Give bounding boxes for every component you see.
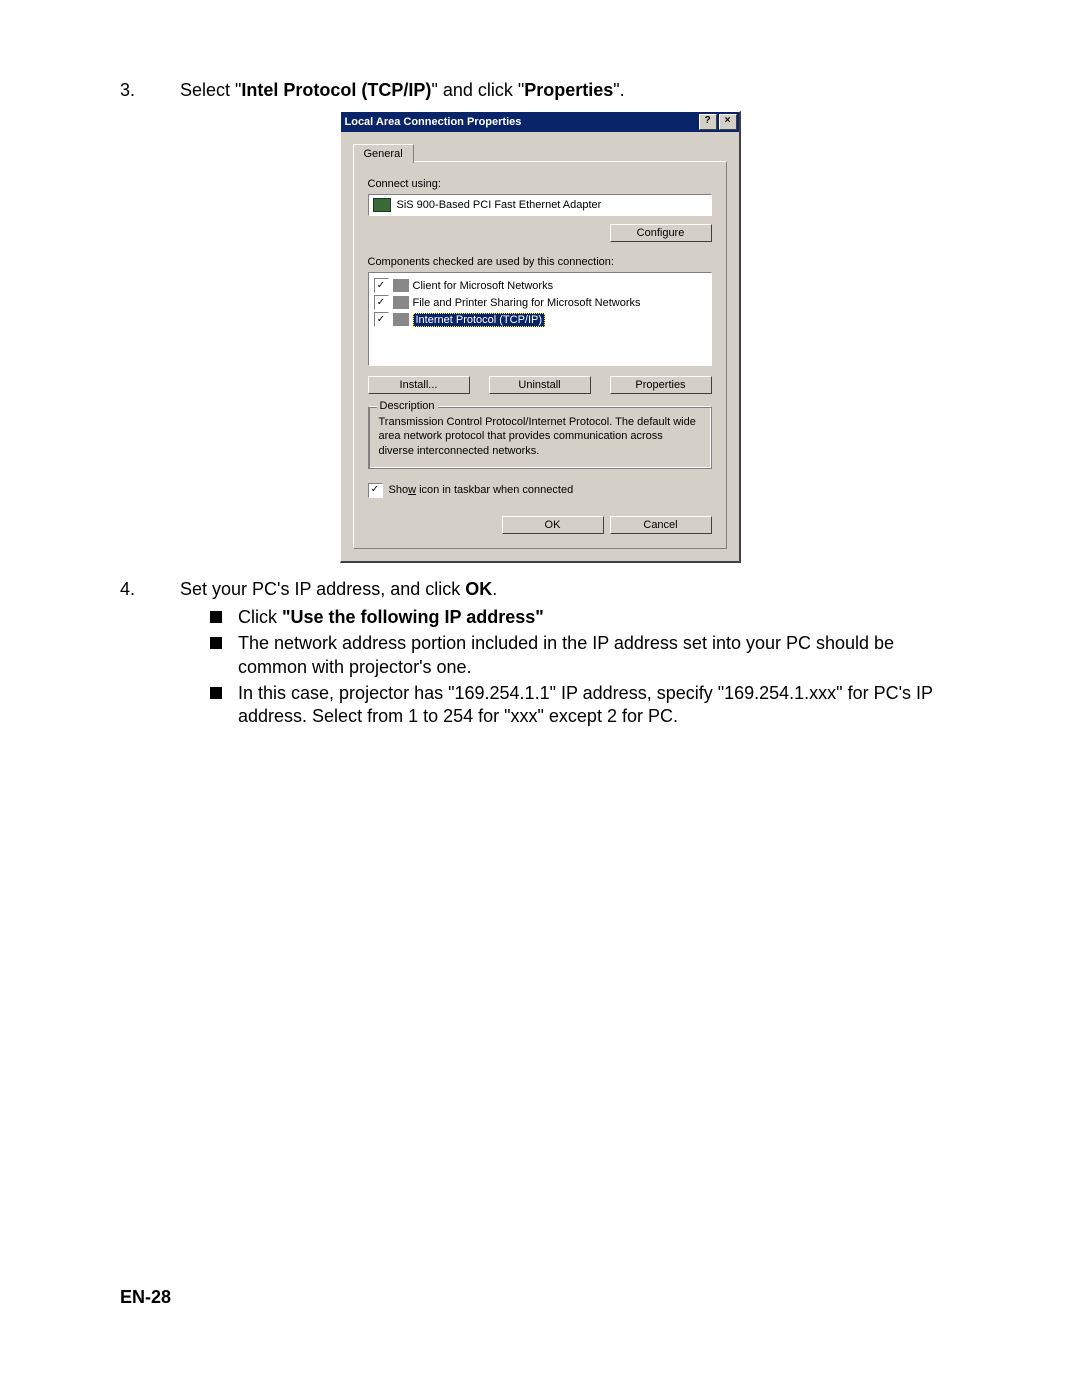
show-icon-checkbox[interactable]: ✓ [368, 483, 383, 498]
components-label: Components checked are used by this conn… [368, 256, 712, 268]
install-button[interactable]: Install... [368, 376, 470, 394]
b3-text: In this case, projector has "169.254.1.1… [238, 682, 960, 729]
step-4: 4. Set your PC's IP address, and click O… [120, 579, 960, 600]
connect-using-label: Connect using: [368, 178, 712, 190]
properties-button[interactable]: Properties [610, 376, 712, 394]
description-group: Description Transmission Control Protoco… [368, 406, 712, 469]
show-icon-row[interactable]: ✓ Show icon in taskbar when connected [368, 483, 712, 498]
fileprint-label: File and Printer Sharing for Microsoft N… [413, 297, 641, 309]
adapter-icon [373, 198, 391, 212]
page-number: EN-28 [120, 1287, 171, 1308]
help-button[interactable]: ? [699, 114, 717, 130]
b1-prefix: Click [238, 607, 282, 627]
bullet-square-icon [210, 687, 222, 699]
step3-number: 3. [120, 80, 180, 101]
tab-general[interactable]: General [353, 144, 414, 163]
adapter-field: SiS 900-Based PCI Fast Ethernet Adapter [368, 194, 712, 216]
step4-prefix: Set your PC's IP address, and click [180, 579, 465, 599]
list-item-client[interactable]: ✓ Client for Microsoft Networks [373, 277, 707, 294]
ok-button[interactable]: OK [502, 516, 604, 534]
checkbox-client[interactable]: ✓ [374, 278, 389, 293]
step3-suffix: ". [613, 80, 624, 100]
b1-bold: "Use the following IP address" [282, 607, 544, 627]
checkbox-tcpip[interactable]: ✓ [374, 312, 389, 327]
adapter-name: SiS 900-Based PCI Fast Ethernet Adapter [397, 199, 602, 211]
bullet-square-icon [210, 637, 222, 649]
b2-text: The network address portion included in … [238, 632, 960, 679]
show-icon-suffix: icon in taskbar when connected [416, 484, 573, 496]
bullet-square-icon [210, 611, 222, 623]
tcpip-label: Internet Protocol (TCP/IP) [413, 313, 546, 327]
dialog-screenshot: Local Area Connection Properties ? × Gen… [120, 111, 960, 563]
list-item-fileprint[interactable]: ✓ File and Printer Sharing for Microsoft… [373, 294, 707, 311]
bullet-2: The network address portion included in … [210, 632, 960, 679]
close-button[interactable]: × [719, 114, 737, 130]
tab-panel: Connect using: SiS 900-Based PCI Fast Et… [353, 161, 727, 549]
step4-text: Set your PC's IP address, and click OK. [180, 579, 960, 600]
step3-text: Select "Intel Protocol (TCP/IP)" and cli… [180, 80, 960, 101]
list-item-tcpip[interactable]: ✓ Internet Protocol (TCP/IP) [373, 311, 707, 328]
show-icon-label: Show icon in taskbar when connected [389, 484, 574, 496]
show-icon-prefix: Sho [389, 484, 409, 496]
dialog-title: Local Area Connection Properties [345, 116, 522, 128]
tcpip-icon [393, 313, 409, 326]
components-listbox[interactable]: ✓ Client for Microsoft Networks ✓ File a… [368, 272, 712, 366]
client-label: Client for Microsoft Networks [413, 280, 554, 292]
description-text: Transmission Control Protocol/Internet P… [379, 416, 696, 457]
properties-dialog: Local Area Connection Properties ? × Gen… [340, 111, 741, 563]
bullet-3: In this case, projector has "169.254.1.1… [210, 682, 960, 729]
step3-bold1: Intel Protocol (TCP/IP) [241, 80, 431, 100]
bullet-1: Click "Use the following IP address" [210, 606, 960, 629]
checkbox-fileprint[interactable]: ✓ [374, 295, 389, 310]
client-icon [393, 279, 409, 292]
step3-mid: " and click " [431, 80, 524, 100]
configure-button[interactable]: Configure [610, 224, 712, 242]
step4-suffix: . [492, 579, 497, 599]
description-title: Description [377, 399, 438, 413]
step4-bullets: Click "Use the following IP address" The… [210, 606, 960, 729]
fileprint-icon [393, 296, 409, 309]
cancel-button[interactable]: Cancel [610, 516, 712, 534]
step-3: 3. Select "Intel Protocol (TCP/IP)" and … [120, 80, 960, 101]
step4-number: 4. [120, 579, 180, 600]
titlebar: Local Area Connection Properties ? × [341, 112, 739, 132]
uninstall-button[interactable]: Uninstall [489, 376, 591, 394]
show-icon-accel: w [408, 484, 416, 496]
step3-prefix: Select " [180, 80, 241, 100]
step4-bold: OK [465, 579, 492, 599]
step3-bold2: Properties [524, 80, 613, 100]
